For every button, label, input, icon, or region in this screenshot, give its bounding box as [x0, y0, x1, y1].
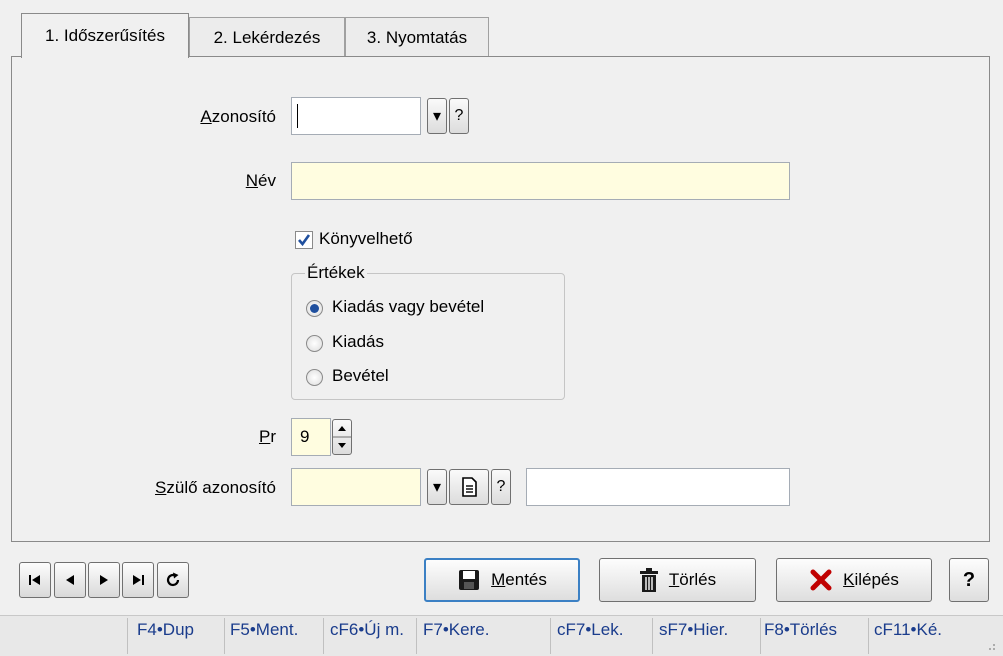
help-icon: ?: [962, 568, 976, 591]
tab-label: 2. Lekérdezés: [213, 27, 321, 47]
previous-icon: [66, 575, 74, 585]
chevron-down-icon: ▾: [432, 479, 442, 496]
refresh-icon: [166, 572, 180, 587]
separator: [550, 618, 551, 654]
next-record-button[interactable]: [88, 562, 120, 598]
szulo-azonosito-label: Szülő azonosító: [155, 478, 276, 497]
fkey-sf7-hier[interactable]: sF7•Hier.: [659, 620, 728, 640]
fkey-f8-torles[interactable]: F8•Törlés: [764, 620, 837, 640]
nev-label: Név: [245, 171, 276, 190]
last-record-button[interactable]: [122, 562, 154, 598]
exit-button[interactable]: Kilépés: [776, 558, 932, 602]
separator: [652, 618, 653, 654]
szulo-azonosito-input[interactable]: [291, 468, 421, 506]
szulo-name-field: [526, 468, 790, 506]
konyvelheto-checkbox[interactable]: [295, 231, 313, 249]
separator: [224, 618, 225, 654]
question-icon: ?: [454, 107, 464, 124]
tab-lekerdezes[interactable]: 2. Lekérdezés: [189, 17, 345, 57]
tab-idoszerusites[interactable]: 1. Időszerűsítés: [21, 13, 189, 58]
last-icon: [133, 575, 144, 585]
save-label: Mentés: [491, 570, 547, 589]
radio-label: Bevétel: [332, 366, 389, 385]
resize-grip-icon[interactable]: [984, 636, 996, 650]
save-button[interactable]: Mentés: [424, 558, 580, 602]
pr-spinner[interactable]: [332, 419, 352, 455]
azonosito-label: Azonosító: [200, 107, 276, 126]
radio-bevetel[interactable]: [306, 369, 323, 386]
first-record-button[interactable]: [19, 562, 51, 598]
spinner-arrows-icon: [333, 426, 351, 448]
pr-label: Pr: [258, 427, 276, 446]
text-cursor: [297, 104, 298, 128]
szulo-document-button[interactable]: [449, 469, 489, 505]
radio-label: Kiadás: [332, 332, 384, 351]
fkey-cf11-ke[interactable]: cF11•Ké.: [874, 620, 942, 640]
radio-kiadas-vagy-bevetel[interactable]: [306, 300, 323, 317]
fkey-cf6-uj[interactable]: cF6•Új m.: [330, 620, 404, 640]
tab-nyomtatas[interactable]: 3. Nyomtatás: [345, 17, 489, 57]
szulo-help-button[interactable]: ?: [491, 469, 511, 505]
fkey-f5-ment[interactable]: F5•Ment.: [230, 620, 298, 640]
fkey-cf7-lek[interactable]: cF7•Lek.: [557, 620, 623, 640]
chevron-down-icon: ▾: [432, 108, 442, 125]
trash-icon: [639, 568, 658, 592]
radio-label: Kiadás vagy bevétel: [332, 297, 485, 316]
azonosito-dropdown-button[interactable]: ▾: [427, 98, 447, 134]
question-icon: ?: [496, 478, 506, 495]
refresh-button[interactable]: [157, 562, 189, 598]
szulo-dropdown-button[interactable]: ▾: [427, 469, 447, 505]
radio-kiadas[interactable]: [306, 335, 323, 352]
separator: [127, 618, 128, 654]
separator: [323, 618, 324, 654]
ertekek-title: Értékek: [305, 263, 367, 283]
azonosito-input[interactable]: [291, 97, 421, 135]
first-icon: [29, 575, 40, 585]
tab-label: 3. Nyomtatás: [366, 27, 468, 47]
delete-label: Törlés: [668, 570, 717, 589]
pr-input[interactable]: 9: [291, 418, 331, 456]
help-button[interactable]: ?: [949, 558, 989, 602]
fkey-f4-dup[interactable]: F4•Dup: [137, 620, 194, 640]
floppy-disk-icon: [459, 570, 480, 590]
previous-record-button[interactable]: [54, 562, 86, 598]
fkey-f7-kere[interactable]: F7•Kere.: [423, 620, 489, 640]
next-icon: [100, 575, 108, 585]
separator: [760, 618, 761, 654]
tab-label: 1. Időszerűsítés: [44, 26, 165, 45]
separator: [868, 618, 869, 654]
close-icon: [810, 569, 832, 591]
separator: [416, 618, 417, 654]
document-icon: [462, 477, 477, 497]
nev-input[interactable]: [291, 162, 790, 200]
azonosito-help-button[interactable]: ?: [449, 98, 469, 134]
check-icon: [298, 234, 311, 247]
delete-button[interactable]: Törlés: [599, 558, 756, 602]
konyvelheto-label: Könyvelhető: [319, 229, 413, 248]
exit-label: Kilépés: [843, 570, 899, 589]
